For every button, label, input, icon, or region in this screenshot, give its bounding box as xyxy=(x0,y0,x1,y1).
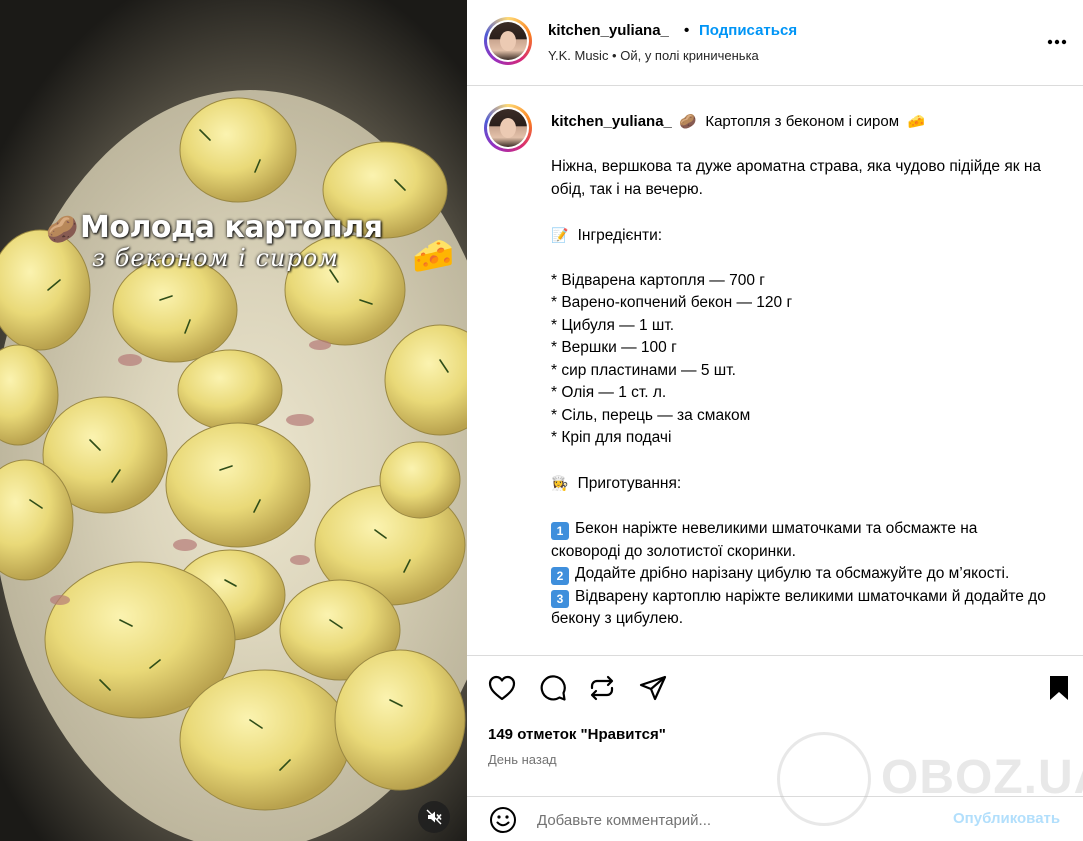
separator-dot: • xyxy=(684,22,690,39)
memo-emoji: 📝 xyxy=(551,226,569,243)
comment-input[interactable] xyxy=(537,807,917,833)
step-item: 2 Додайте дрібно нарізану цибулю та обсма… xyxy=(551,563,1051,586)
comment-bar: Опубликовать xyxy=(467,796,1083,841)
potato-emoji: 🥔 xyxy=(679,113,697,129)
ingredient-item: * Кріп для подачі xyxy=(551,429,672,446)
step-item: 1 Бекон наріжте невеликими шматочками та … xyxy=(551,518,1051,563)
comment-icon xyxy=(540,675,566,701)
emoji-button[interactable] xyxy=(487,804,519,836)
caption-username[interactable]: kitchen_yuliana_ xyxy=(551,113,672,130)
step-number: 3 xyxy=(551,589,569,608)
cheese-emoji: 🧀 xyxy=(412,237,455,275)
step-item: 3 Відварену картоплю наріжте великими шма… xyxy=(551,586,1051,631)
header-username[interactable]: kitchen_yuliana_ xyxy=(548,22,669,39)
repost-icon xyxy=(590,675,614,701)
cheese-emoji: 🧀 xyxy=(907,113,926,129)
ingredient-item: * Відварена картопля — 700 г xyxy=(551,271,765,289)
post-time[interactable]: День назад xyxy=(488,752,557,767)
caption: kitchen_yuliana_ 🥔 Картопля з беконом і … xyxy=(467,87,1083,655)
potato-emoji: 🥔 xyxy=(46,214,79,244)
step-number: 2 xyxy=(551,567,569,585)
music-link[interactable]: Y.K. Music • Ой, у полі криниченька xyxy=(548,48,759,63)
heart-icon xyxy=(488,675,516,701)
ingredients-heading: 📝 Інгредієнти: xyxy=(551,224,1051,248)
post-media[interactable]: 🥔 Молода картопля з беконом і сиром 🧀 xyxy=(0,0,467,841)
more-horizontal-icon xyxy=(1047,39,1067,45)
ingredient-item: * сир пластинами — 5 шт. xyxy=(551,361,736,379)
save-button[interactable] xyxy=(1043,672,1075,704)
post-header: kitchen_yuliana_ • Подписаться Y.K. Musi… xyxy=(467,0,1083,86)
post-panel: kitchen_yuliana_ • Подписаться Y.K. Musi… xyxy=(467,0,1083,841)
action-bar: 149 отметок "Нравится" День назад xyxy=(467,655,1083,806)
cook-emoji: 👩‍🍳 xyxy=(551,475,569,491)
speaker-muted-icon xyxy=(426,809,442,825)
like-button[interactable] xyxy=(486,672,518,704)
ingredient-item: * Варено-копчений бекон — 120 г xyxy=(551,294,793,311)
share-button[interactable] xyxy=(637,672,669,704)
ingredient-item: * Олія — 1 ст. л. xyxy=(551,384,667,401)
ingredients-heading-text: Інгредієнти: xyxy=(577,226,663,244)
food-photo xyxy=(0,90,467,841)
caption-avatar[interactable] xyxy=(484,104,532,152)
mute-button[interactable] xyxy=(418,801,450,833)
steps-heading: 👩‍🍳 Приготування: xyxy=(551,472,1051,496)
repost-button[interactable] xyxy=(586,672,618,704)
ingredient-item: * Вершки — 100 г xyxy=(551,339,677,356)
steps-heading-text: Приготування: xyxy=(577,475,682,492)
comment-button[interactable] xyxy=(537,672,569,704)
bookmark-icon xyxy=(1050,676,1068,700)
overlay-title-line1: Молода картопля xyxy=(80,210,383,245)
ingredient-item: * Сіль, перець — за смаком xyxy=(551,406,751,424)
likes-count[interactable]: 149 отметок "Нравится" xyxy=(488,726,666,743)
caption-title-text: Картопля з беконом і сиром xyxy=(705,113,900,130)
ingredient-item: * Цибуля — 1 шт. xyxy=(551,316,675,334)
more-options-button[interactable] xyxy=(1045,30,1069,54)
caption-intro: Ніжна, вершкова та дуже ароматна страва,… xyxy=(551,158,1041,198)
publish-button[interactable]: Опубликовать xyxy=(953,810,1060,827)
overlay-title-line2: з беконом і сиром xyxy=(92,244,340,272)
smiley-icon xyxy=(490,807,516,833)
step-text: Бекон наріжте невеликими шматочками та о… xyxy=(551,520,978,560)
caption-body: Ніжна, вершкова та дуже ароматна страва,… xyxy=(551,156,1051,631)
follow-button[interactable]: Подписаться xyxy=(699,22,797,39)
step-number: 1 xyxy=(551,522,569,540)
share-icon xyxy=(639,675,667,701)
avatar[interactable] xyxy=(484,17,532,65)
caption-title: 🥔 Картопля з беконом і сиром 🧀 xyxy=(679,113,925,130)
step-text: Додайте дрібно нарізану цибулю та обсмаж… xyxy=(575,565,1010,582)
step-text: Відварену картоплю наріжте великими шмат… xyxy=(551,587,1046,628)
